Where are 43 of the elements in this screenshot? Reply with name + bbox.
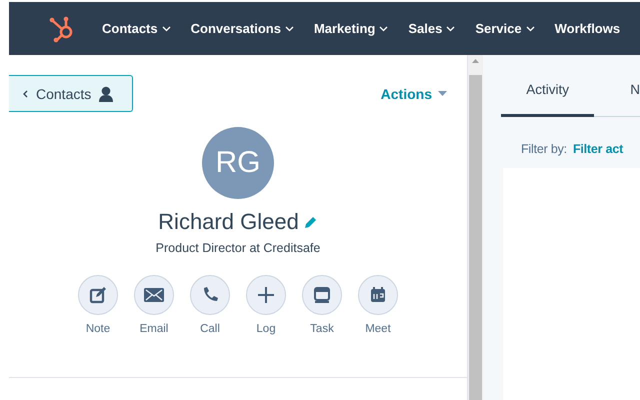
scrollbar[interactable] <box>468 55 483 400</box>
nav-menu-item[interactable]: Marketing <box>314 21 388 36</box>
avatar-initials: RG <box>202 127 274 199</box>
nav-menu-item[interactable]: Service <box>475 21 535 36</box>
action-label: Task <box>310 323 334 335</box>
caret-down-icon <box>438 91 447 96</box>
back-to-contacts-button[interactable]: Contacts <box>9 75 133 112</box>
chevron-down-icon <box>162 26 171 32</box>
person-icon <box>99 86 114 102</box>
envelope-icon <box>144 288 164 302</box>
action-label: Log <box>256 323 276 335</box>
edit-icon <box>89 286 107 304</box>
tab[interactable]: N <box>630 82 640 117</box>
chevron-down-icon <box>526 26 535 32</box>
task-icon <box>313 286 331 304</box>
chevron-down-icon <box>379 26 388 32</box>
action-label: Note <box>86 323 110 335</box>
pencil-icon[interactable] <box>304 215 318 229</box>
nav-menu-item[interactable]: Sales <box>408 21 456 36</box>
call-action-button[interactable] <box>190 275 230 315</box>
note-action-button[interactable] <box>78 275 118 315</box>
sprocket-logo-icon <box>49 14 75 42</box>
phone-icon <box>201 286 219 304</box>
contact-name: Richard Gleed <box>158 209 299 235</box>
action-label: Email <box>140 323 168 335</box>
action-label: Call <box>200 323 220 335</box>
tab[interactable]: Activity <box>501 82 594 117</box>
chevron-down-icon <box>284 26 294 32</box>
contact-job-title: Product Director at Creditsafe <box>156 241 320 255</box>
nav-menu-item[interactable]: Workflows <box>554 21 620 36</box>
chevron-down-icon <box>446 26 456 32</box>
nav-menu-item[interactable]: Contacts <box>102 21 171 36</box>
nav-menu-item[interactable]: Conversations <box>190 21 294 36</box>
actions-dropdown[interactable]: Actions <box>374 84 453 102</box>
task-action-button[interactable] <box>302 275 342 315</box>
filter-label: Filter by: <box>521 142 567 156</box>
action-label: Meet <box>365 323 391 335</box>
meet-action-button[interactable] <box>358 275 398 315</box>
calendar-icon <box>369 286 387 304</box>
email-action-button[interactable] <box>134 275 174 315</box>
log-action-button[interactable] <box>246 275 286 315</box>
chevron-left-icon <box>23 90 28 98</box>
plus-icon <box>257 286 275 304</box>
